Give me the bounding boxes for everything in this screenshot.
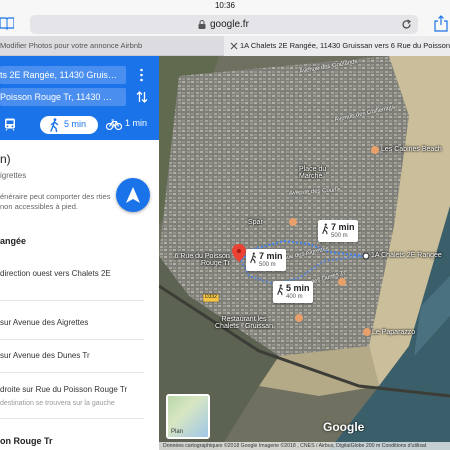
address-bar[interactable]: google.fr bbox=[30, 15, 418, 34]
bicycle-time: 1 min bbox=[125, 118, 148, 128]
share-icon[interactable] bbox=[434, 15, 448, 32]
road-label-d332: D332 bbox=[205, 294, 217, 300]
step-item[interactable]: sur Avenue des Aigrettes bbox=[0, 317, 150, 328]
map-type-toggle[interactable]: Plan bbox=[166, 394, 210, 439]
lock-icon bbox=[198, 20, 206, 29]
destination-label: 6 Rue du Poisson Rouge Tr bbox=[165, 253, 230, 267]
map-view[interactable]: Avenue des Goélands Avenue des Guillemot… bbox=[159, 56, 450, 450]
origin-field[interactable]: ts 2E Rangée, 11430 Gruis… bbox=[0, 66, 126, 84]
more-options-icon[interactable] bbox=[139, 68, 144, 82]
browser-toolbar: google.fr bbox=[0, 12, 450, 36]
place-label-cabines: Les Cabines Beach bbox=[381, 146, 442, 153]
origin-label: 1A Chalets 2E Rangée bbox=[371, 252, 442, 259]
place-label-line: Place du bbox=[299, 166, 327, 173]
route-time: 5 min bbox=[286, 283, 310, 293]
map-type-label: Plan bbox=[171, 429, 184, 435]
route-time: 7 min bbox=[331, 222, 355, 232]
steps-start-header: angée bbox=[0, 236, 27, 246]
tab-directions[interactable]: 1A Chalets 2E Rangée, 11430 Gruissan ver… bbox=[224, 36, 450, 56]
step-divider bbox=[0, 372, 144, 373]
status-time: 10:36 bbox=[214, 1, 236, 10]
steps-end-header: on Rouge Tr bbox=[0, 436, 53, 446]
swap-icon[interactable] bbox=[136, 90, 148, 104]
route-summary-time: n) bbox=[0, 152, 11, 166]
directions-header: ts 2E Rangée, 11430 Gruis… Poisson Rouge… bbox=[0, 56, 159, 140]
tab-bar: Modifier Photos pour votre annonce Airbn… bbox=[0, 36, 450, 56]
place-label-marche: Place du Marché bbox=[299, 166, 326, 180]
step-divider bbox=[0, 418, 144, 419]
route-option-box[interactable]: 7 min 500 m bbox=[318, 220, 358, 242]
walking-icon bbox=[322, 223, 329, 235]
reload-icon[interactable] bbox=[401, 19, 412, 30]
destination-label-line: Rouge Tr bbox=[201, 260, 230, 267]
place-label-spar: Spar bbox=[248, 219, 263, 226]
walking-icon bbox=[250, 252, 257, 264]
route-time: 7 min bbox=[259, 251, 283, 261]
tab-directions-label: 1A Chalets 2E Rangée, 11430 Gruissan ver… bbox=[240, 41, 450, 50]
route-warning: énéraire peut comporter des rties non ac… bbox=[0, 192, 111, 211]
map-attribution: Données cartographiques ©2018 Google Ima… bbox=[159, 442, 450, 450]
bookmarks-icon[interactable] bbox=[0, 16, 14, 30]
start-navigation-button[interactable] bbox=[116, 178, 150, 212]
destination-field[interactable]: Poisson Rouge Tr, 11430 … bbox=[0, 88, 126, 106]
transit-icon[interactable] bbox=[4, 118, 16, 131]
step-divider bbox=[0, 339, 144, 340]
route-option-box[interactable]: 5 min 400 m bbox=[273, 281, 313, 303]
travel-mode-row: 5 min 1 min bbox=[0, 114, 159, 136]
route-summary-via: igrettes bbox=[0, 171, 27, 180]
place-label-line: Marché bbox=[299, 173, 323, 180]
walking-time: 5 min bbox=[64, 119, 87, 129]
route-distance: 500 m bbox=[259, 262, 276, 268]
walking-mode-tab[interactable]: 5 min bbox=[40, 116, 98, 134]
place-label-restaurant: Restaurant les Chalets - Gruissan bbox=[215, 316, 273, 330]
route-option-box[interactable]: 7 min 500 m bbox=[246, 249, 286, 271]
walking-icon bbox=[277, 284, 284, 296]
screen: 10:36 google.fr Modifier Photos pour vot… bbox=[0, 0, 450, 450]
close-icon[interactable] bbox=[230, 42, 238, 50]
route-distance: 400 m bbox=[286, 294, 303, 300]
place-label-line: Restaurant les bbox=[221, 316, 267, 323]
place-label-line: Chalets - Gruissan bbox=[215, 323, 273, 330]
route-distance: 500 m bbox=[331, 233, 348, 239]
directions-panel: ts 2E Rangée, 11430 Gruis… Poisson Rouge… bbox=[0, 56, 159, 450]
google-logo: Google bbox=[323, 420, 365, 434]
step-divider bbox=[0, 300, 144, 301]
step-item[interactable]: sur Avenue des Dunes Tr bbox=[0, 350, 150, 361]
place-label-paparazzo: Le Paparazzo bbox=[372, 329, 416, 336]
navigation-arrow-icon bbox=[126, 187, 140, 203]
tab-airbnb[interactable]: Modifier Photos pour votre annonce Airbn… bbox=[0, 36, 224, 56]
step-item[interactable]: direction ouest vers Chalets 2E bbox=[0, 268, 150, 279]
bicycle-icon[interactable] bbox=[106, 119, 122, 130]
status-bar: 10:36 bbox=[0, 0, 450, 12]
step-item[interactable]: droite sur Rue du Poisson Rouge Tr bbox=[0, 384, 150, 395]
url-text: google.fr bbox=[210, 19, 249, 30]
destination-label-line: 6 Rue du Poisson bbox=[174, 253, 230, 260]
tab-airbnb-label: Modifier Photos pour votre annonce Airbn… bbox=[0, 41, 143, 50]
walking-icon bbox=[50, 118, 59, 132]
step-note: destination se trouvera sur la gauche bbox=[0, 400, 115, 407]
